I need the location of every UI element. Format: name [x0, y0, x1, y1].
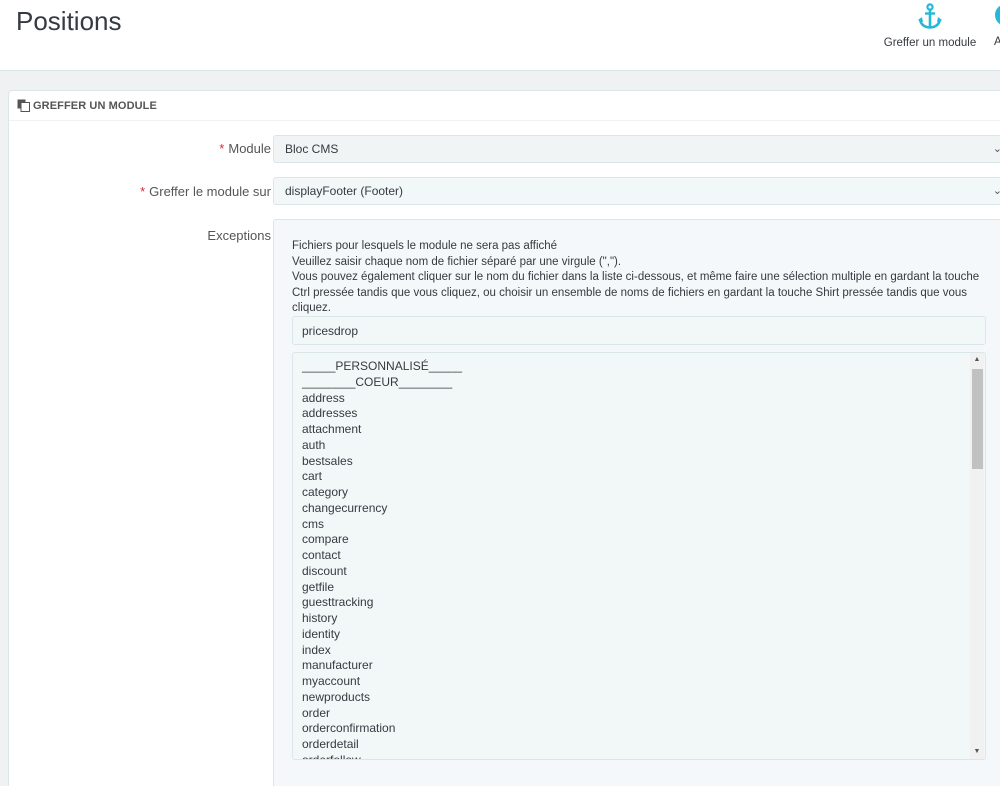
file-option[interactable]: ________COEUR________: [302, 375, 462, 391]
file-option[interactable]: changecurrency: [302, 501, 462, 517]
file-option[interactable]: contact: [302, 548, 462, 564]
file-option[interactable]: order: [302, 706, 462, 722]
graft-module-label: Greffer un module: [883, 37, 977, 49]
file-option[interactable]: auth: [302, 438, 462, 454]
page-header: Positions Greffer un module A: [0, 0, 1000, 71]
scrollbar-thumb[interactable]: [972, 369, 983, 469]
help-line-2: Veuillez saisir chaque nom de fichier sé…: [292, 255, 622, 268]
module-select-value: Bloc CMS: [285, 142, 339, 156]
module-label-text: Module: [228, 141, 271, 156]
list-scrollbar[interactable]: ▲ ▼: [970, 353, 984, 759]
file-option[interactable]: index: [302, 643, 462, 659]
hook-label: * Greffer le module sur: [140, 184, 271, 199]
scroll-up-icon[interactable]: ▲: [970, 353, 984, 367]
hook-select-value: displayFooter (Footer): [285, 184, 404, 198]
graft-module-panel: GREFFER UN MODULE * Module Bloc CMS ⌄ * Gr…: [8, 90, 1000, 786]
exceptions-label: Exceptions: [207, 228, 271, 243]
file-option[interactable]: discount: [302, 564, 462, 580]
exceptions-file-list[interactable]: _____PERSONNALISÉ_____ ________COEUR_____…: [292, 352, 986, 760]
required-mark: *: [140, 184, 146, 199]
file-option[interactable]: addresses: [302, 406, 462, 422]
file-option[interactable]: orderfollow: [302, 753, 462, 759]
panel-title: GREFFER UN MODULE: [33, 99, 157, 112]
panel-heading: GREFFER UN MODULE: [9, 91, 1000, 121]
exceptions-input[interactable]: [292, 316, 986, 345]
file-option[interactable]: guesttracking: [302, 595, 462, 611]
exceptions-box: Fichiers pour lesquels le module ne sera…: [273, 219, 1000, 786]
file-option[interactable]: cart: [302, 469, 462, 485]
module-label: * Module: [219, 141, 271, 156]
file-option[interactable]: attachment: [302, 422, 462, 438]
file-option[interactable]: getfile: [302, 580, 462, 596]
anchor-icon: [915, 2, 945, 32]
hook-label-text: Greffer le module sur: [149, 184, 271, 199]
file-option[interactable]: manufacturer: [302, 658, 462, 674]
file-option[interactable]: compare: [302, 532, 462, 548]
required-mark: *: [219, 141, 225, 156]
toolbar-circle-icon: [995, 4, 1000, 26]
chevron-down-icon: ⌄: [992, 143, 1000, 155]
file-option[interactable]: identity: [302, 627, 462, 643]
file-option[interactable]: address: [302, 391, 462, 407]
file-option[interactable]: cms: [302, 517, 462, 533]
file-option[interactable]: myaccount: [302, 674, 462, 690]
scroll-down-icon[interactable]: ▼: [970, 745, 984, 759]
module-select[interactable]: Bloc CMS ⌄: [273, 135, 1000, 163]
exceptions-help: Fichiers pour lesquels le module ne sera…: [292, 239, 992, 317]
graft-module-button[interactable]: Greffer un module: [876, 0, 984, 49]
page-title: Positions: [16, 6, 122, 36]
file-option[interactable]: orderdetail: [302, 737, 462, 753]
next-toolbar-label: A: [994, 36, 1000, 48]
file-option[interactable]: newproducts: [302, 690, 462, 706]
chevron-down-icon: ⌄: [992, 185, 1000, 197]
copy-icon: [17, 99, 30, 112]
file-option[interactable]: orderconfirmation: [302, 721, 462, 737]
file-option[interactable]: history: [302, 611, 462, 627]
help-line-1: Fichiers pour lesquels le module ne sera…: [292, 240, 558, 252]
file-list: _____PERSONNALISÉ_____ ________COEUR_____…: [302, 359, 462, 759]
file-option[interactable]: category: [302, 485, 462, 501]
file-option[interactable]: _____PERSONNALISÉ_____: [302, 359, 462, 375]
file-option[interactable]: bestsales: [302, 454, 462, 470]
hook-select[interactable]: displayFooter (Footer) ⌄: [273, 177, 1000, 205]
help-line-3: Vous pouvez également cliquer sur le nom…: [292, 271, 980, 314]
